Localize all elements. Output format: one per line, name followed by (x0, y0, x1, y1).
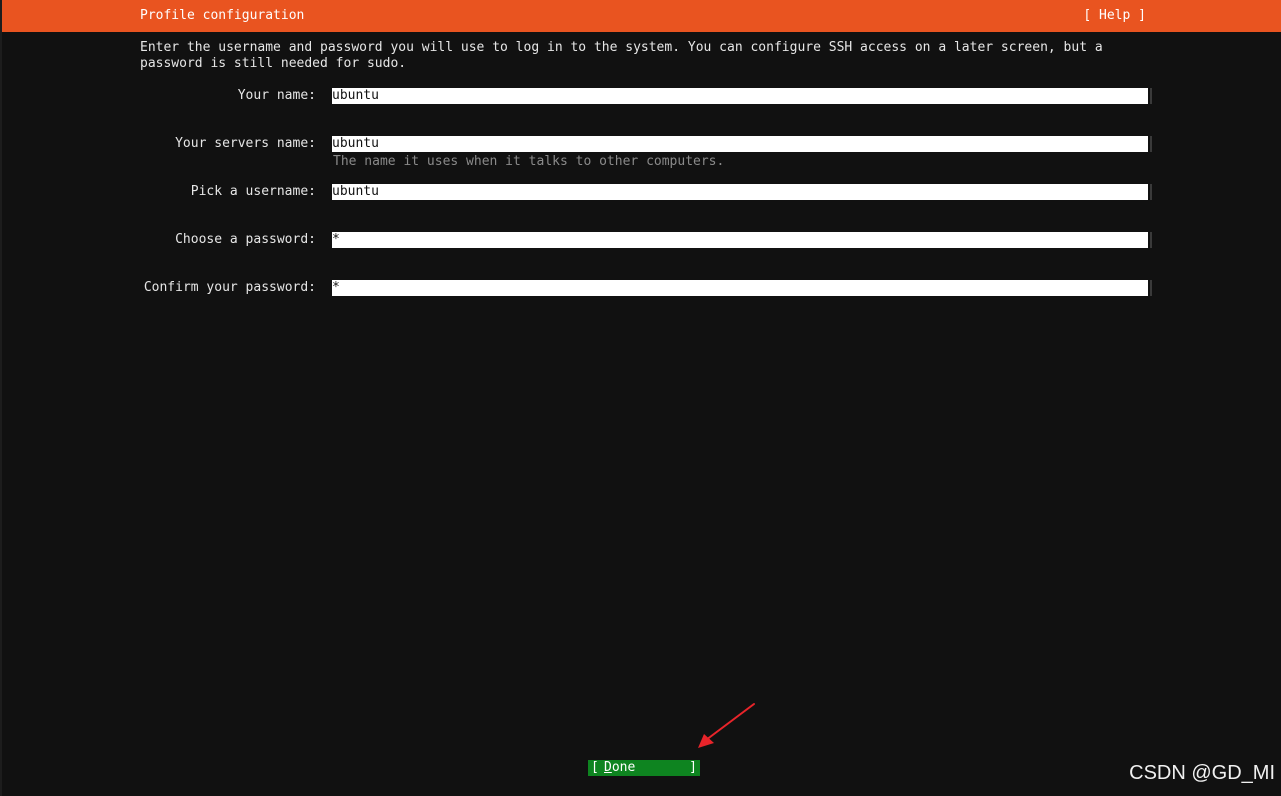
field-row-password: Choose a password: (2, 232, 1281, 248)
done-bracket-close: ] (689, 760, 697, 775)
field-row-username: Pick a username: (2, 184, 1281, 200)
done-label-rest: one (611, 760, 636, 775)
your-name-label: Your name: (237, 88, 316, 103)
header-bar: Profile configuration [ Help ] (2, 0, 1281, 32)
watermark: CSDN @GD_MI (1129, 762, 1275, 784)
red-arrow-icon (698, 703, 755, 748)
server-name-input[interactable] (332, 136, 1148, 152)
password-input[interactable] (332, 232, 1148, 248)
page-title: Profile configuration (140, 8, 305, 23)
input-edge (1150, 184, 1152, 200)
intro-line-2: password is still needed for sudo. (140, 56, 407, 71)
input-edge (1150, 88, 1152, 104)
done-button[interactable]: [ Done ] (588, 760, 700, 776)
server-name-label: Your servers name: (175, 136, 316, 151)
input-edge (1150, 232, 1152, 248)
confirm-password-input[interactable] (332, 280, 1148, 296)
field-row-server-name: Your servers name: The name it uses when… (2, 136, 1281, 169)
help-button[interactable]: [ Help ] (1083, 8, 1146, 24)
done-bracket-open: [ (591, 760, 599, 775)
server-name-hint: The name it uses when it talks to other … (333, 154, 725, 169)
field-row-confirm-password: Confirm your password: (2, 280, 1281, 296)
done-hotkey: D (604, 760, 612, 775)
input-edge (1150, 280, 1152, 296)
password-label: Choose a password: (175, 232, 316, 247)
intro-line-1: Enter the username and password you will… (140, 40, 1103, 55)
intro-text: Enter the username and password you will… (140, 40, 1140, 72)
field-row-your-name: Your name: (2, 88, 1281, 104)
username-label: Pick a username: (190, 184, 316, 199)
username-input[interactable] (332, 184, 1148, 200)
your-name-input[interactable] (332, 88, 1148, 104)
installer-screen: Profile configuration [ Help ] Enter the… (0, 0, 1281, 796)
done-label: Done (604, 760, 635, 776)
confirm-password-label: Confirm your password: (143, 280, 316, 295)
input-edge (1150, 136, 1152, 152)
